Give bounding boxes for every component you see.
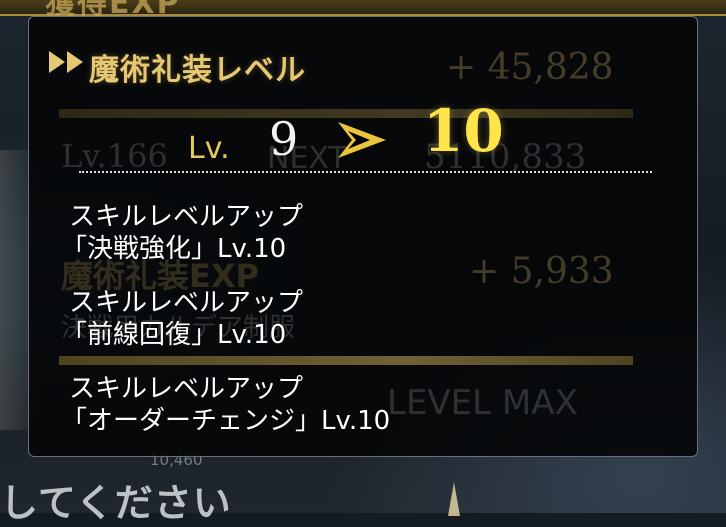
skill-heading: スキルレベルアップ <box>69 374 304 404</box>
level-up-arrow-icon <box>338 122 386 158</box>
double-arrow-icon <box>49 51 83 73</box>
new-level: 10 <box>423 97 504 165</box>
level-up-panel[interactable]: + 45,828 Lv.166 NEXT 5110,833 魔術礼装EXP + … <box>28 16 698 457</box>
top-banner: 獲得EXP <box>0 0 726 21</box>
ghost-exp-gain-top: + 45,828 <box>446 47 614 88</box>
skill-detail: 「決戦強化」Lv.10 <box>61 234 287 264</box>
skill-detail: 「前線回復」Lv.10 <box>61 320 287 350</box>
level-label: Lv. <box>188 131 230 166</box>
skill-levelup-3: スキルレベルアップ 「オーダーチェンジ」Lv.10 <box>61 373 390 437</box>
panel-title: 魔術礼装レベル <box>89 53 306 88</box>
skill-levelup-2: スキルレベルアップ 「前線回復」Lv.10 <box>61 287 304 351</box>
divider <box>79 171 652 173</box>
ghost-level-text: Lv.166 <box>61 137 168 175</box>
prompt-text: してください <box>0 481 232 525</box>
ghost-exp-bar <box>59 356 633 365</box>
ghost-exp-gain: + 5,933 <box>469 251 614 292</box>
old-level: 9 <box>269 112 299 166</box>
skill-detail: 「オーダーチェンジ」Lv.10 <box>61 406 391 436</box>
ghost-level-max: LEVEL MAX <box>387 383 578 423</box>
skill-levelup-1: スキルレベルアップ 「決戦強化」Lv.10 <box>61 201 304 265</box>
skill-heading: スキルレベルアップ <box>69 288 304 318</box>
spike-decoration <box>448 482 460 516</box>
ghost-exp-bar-top <box>59 109 633 118</box>
skill-heading: スキルレベルアップ <box>69 202 304 232</box>
